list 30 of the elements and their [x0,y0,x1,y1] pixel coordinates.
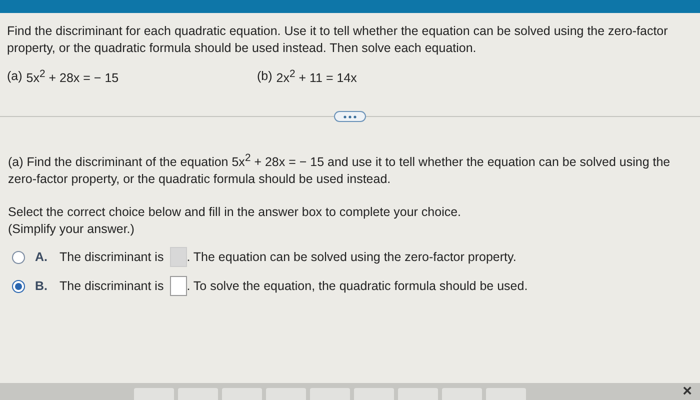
answer-box[interactable] [170,247,187,268]
hint-text: (Simplify your answer.) [8,221,136,238]
question-text: (a) Find the discriminant of the equation 5x$^{2}$ + 28x = − 15 and use it to tell whether the equation can be solved using the zero-factor property, or the quadratic formula should be used instead. [8,152,672,188]
more-button[interactable] [334,111,366,122]
close-button[interactable]: × [682,384,692,400]
toolbar-button[interactable] [442,388,482,400]
equation-text: 5x$^{2}$ + 28x = − 15 [26,69,119,86]
toolbar-button[interactable] [178,388,218,400]
equation-text: 2x$^{2}$ + 11 = 14x [276,69,357,86]
toolbar-button[interactable] [398,388,438,400]
choice-text: . The equation can be solved using the zero-factor property. [186,250,516,264]
choice-text: . To solve the equation, the quadratic formula should be used. [186,279,528,294]
radio-button[interactable] [12,280,25,293]
choice-letter: A. [35,250,48,264]
toolbar-button[interactable] [222,388,262,400]
part-label: (b) [257,69,272,85]
toolbar-button[interactable] [486,388,526,400]
radio-button[interactable] [12,250,25,264]
toolbar-button[interactable] [354,388,394,400]
toolbar-button[interactable] [134,388,174,400]
part-label: (a) [7,69,22,85]
instructions-text: Find the discriminant for each quadratic equation. Use it to tell whether the equation can be solved using the zero-factor property, or the quadratic formula should be used instead. Then solve each equation. [7,23,669,57]
choice-text: The discriminant is [60,279,164,294]
choice-letter: B. [35,279,48,294]
toolbar-button[interactable] [310,388,350,400]
prompt-text: Select the correct choice below and fill in the answer box to complete your choice. [8,204,462,222]
answer-box[interactable] [170,276,187,296]
ellipsis-icon [343,114,357,119]
toolbar-button[interactable] [266,388,306,400]
choice-text: The discriminant is [60,250,164,264]
